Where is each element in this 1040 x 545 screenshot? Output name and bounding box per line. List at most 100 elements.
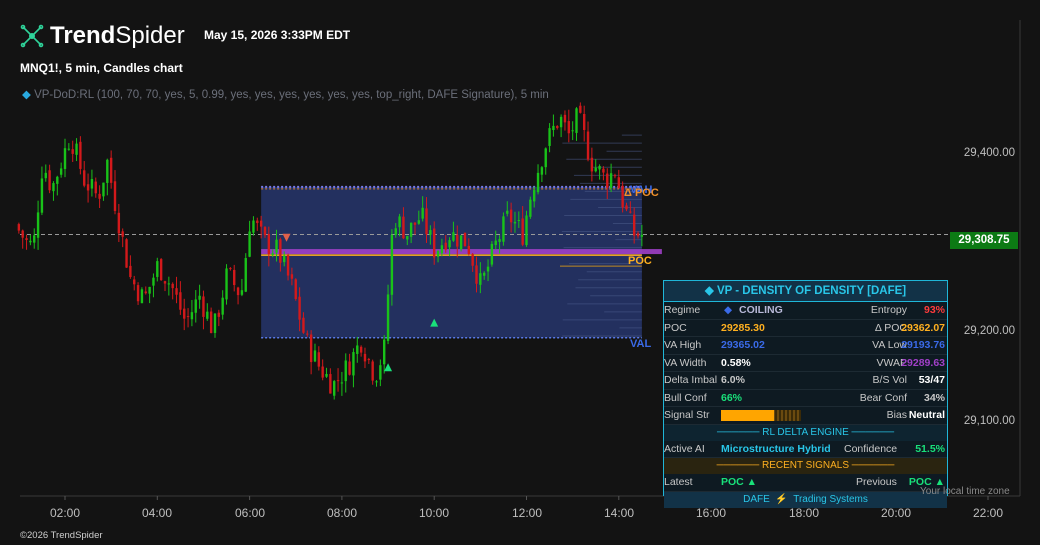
candle-body: [25, 238, 28, 241]
panel-rows: Regime ◆ COILING Entropy 93% POC 29285.30 Δ POC…: [664, 302, 947, 425]
panel-row: VA High 29365.02 VA Low 29193.76: [664, 337, 947, 355]
candle-body: [379, 365, 382, 380]
candle-body: [221, 297, 224, 315]
candle-body: [548, 128, 551, 146]
candle-body: [544, 148, 547, 168]
poc-label: POC: [628, 255, 652, 267]
candle-body: [263, 227, 267, 236]
candle-body: [44, 172, 47, 179]
candle-body: [421, 207, 424, 219]
candle-body: [190, 312, 194, 320]
x-tick-label: 12:00: [511, 506, 543, 520]
candle-body: [248, 231, 251, 257]
candle-body: [163, 281, 167, 284]
candle-body: [317, 352, 321, 367]
row-label-left: Bull Conf: [664, 391, 707, 404]
row-value-right: 29193.76: [901, 339, 945, 351]
candle-body: [433, 228, 436, 258]
candle-body: [352, 352, 355, 376]
candle-body: [498, 239, 501, 242]
footer-dafe: DAFE: [743, 493, 770, 505]
panel-title-text: VP - DENSITY OF DENSITY [DAFE]: [716, 285, 907, 297]
candle-body: [367, 359, 371, 361]
y-tick-label: 29,200.00: [963, 325, 1015, 337]
row-value-left: 0.58%: [721, 356, 751, 369]
candle-body: [356, 345, 359, 354]
active-ai-label: Active AI: [664, 442, 705, 455]
candle-body: [202, 296, 205, 317]
candle-body: [148, 286, 151, 294]
candle-body: [79, 141, 82, 169]
delta-poc-label: Δ POC: [624, 187, 659, 199]
candle-body: [159, 259, 163, 281]
candle-body: [309, 334, 313, 363]
active-ai-value: Microstructure Hybrid: [721, 442, 831, 455]
confidence-label: Confidence: [844, 442, 898, 455]
candle-body: [525, 215, 528, 246]
candle-body: [494, 240, 497, 246]
candle-body: [186, 316, 190, 318]
candle-body: [406, 235, 409, 240]
copyright: ©2026 TrendSpider: [20, 530, 103, 541]
candle-body: [625, 205, 628, 210]
latest-label: Latest: [664, 476, 693, 488]
candle-body: [348, 361, 351, 375]
candle-body: [456, 234, 459, 247]
candle-body: [125, 239, 128, 268]
candle-body: [617, 177, 620, 189]
diamond-icon: ◆: [704, 285, 714, 297]
candle-body: [506, 210, 509, 214]
y-tick-label: 29,400.00: [963, 147, 1015, 159]
candle-body: [244, 258, 247, 292]
candle-body: [240, 290, 244, 295]
candle-body: [340, 382, 344, 384]
candle-body: [598, 166, 601, 170]
indicator-legend[interactable]: ◆ VP-DoD:RL (100, 70, 70, yes, 5, 0.99, …: [22, 87, 549, 101]
candle-body: [375, 381, 378, 383]
bolt-icon: ⚡: [772, 493, 791, 505]
logo-text-light: Spider: [115, 22, 185, 49]
candle-body: [40, 178, 44, 213]
candle-body: [413, 222, 417, 225]
candle-body: [436, 251, 440, 257]
candle-body: [144, 291, 147, 294]
candle-body: [133, 279, 136, 285]
panel-title: ◆ VP - DENSITY OF DENSITY [DAFE]: [664, 281, 947, 302]
chart-symbol[interactable]: MNQ1!, 5 min, Candles chart: [20, 61, 183, 75]
panel-footer: DAFE ⚡ Trading Systems: [664, 491, 947, 508]
previous-label: Previous: [856, 476, 897, 488]
signal-strength-bar: [721, 410, 801, 421]
x-tick-label: 18:00: [788, 506, 820, 520]
candle-body: [540, 167, 544, 175]
x-tick-label: 20:00: [880, 506, 912, 520]
trendspider-logo: Trend Spider: [20, 22, 185, 50]
candle-body: [513, 221, 517, 224]
candle-body: [475, 265, 478, 284]
value-area-box: [261, 186, 642, 338]
candle-body: [33, 235, 36, 243]
signals-row: Latest POC ▲ Previous POC ▲: [664, 474, 947, 492]
candle-body: [298, 296, 301, 320]
x-tick-label: 16:00: [695, 506, 727, 520]
row-value-left: 29285.30: [721, 321, 765, 334]
candle-body: [383, 339, 386, 365]
candle-body: [486, 266, 490, 272]
latest-signal: POC ▲: [721, 476, 758, 488]
candle-body: [359, 346, 363, 353]
candle-body: [594, 167, 597, 172]
candle-body: [167, 283, 171, 285]
section-signals: ────── RECENT SIGNALS ──────: [664, 458, 947, 474]
row-label-right: B/S Vol: [872, 374, 907, 386]
x-tick-label: 06:00: [234, 506, 266, 520]
confidence-value: 51.5%: [915, 442, 945, 455]
candle-body: [59, 168, 63, 175]
candle-body: [586, 131, 590, 160]
candle-body: [409, 222, 413, 237]
panel-row: VA Width 0.58% VWAP 29289.63: [664, 355, 947, 372]
row-value-right: 93%: [923, 304, 945, 316]
footer-trading-systems: Trading Systems: [793, 493, 868, 505]
candle-body: [267, 233, 271, 255]
candle-body: [48, 170, 51, 191]
candle-body: [417, 220, 421, 224]
indicator-params: VP-DoD:RL (100, 70, 70, yes, 5, 0.99, ye…: [34, 89, 549, 101]
